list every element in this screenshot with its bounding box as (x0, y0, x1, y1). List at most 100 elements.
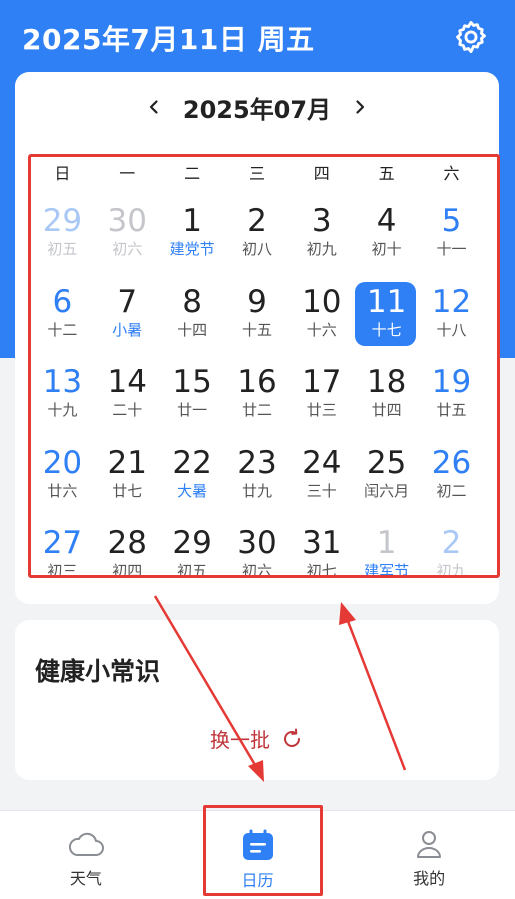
day-cell[interactable]: 24 三十 (289, 422, 354, 503)
day-number: 19 (431, 364, 472, 401)
lunar-date: 十八 (436, 320, 467, 339)
lunar-date: 十一 (436, 240, 467, 258)
refresh-button[interactable]: 换一批 (15, 724, 499, 753)
lunar-date: 初九 (306, 240, 337, 258)
day-cell[interactable]: 19 廿五 (419, 341, 484, 422)
chevron-right-icon (356, 100, 365, 114)
day-cell[interactable]: 30 初六 (225, 502, 290, 583)
day-cell[interactable]: 2 初九 (419, 502, 484, 583)
day-number: 25 (366, 444, 407, 481)
day-cell[interactable]: 3 初九 (289, 180, 354, 261)
day-number: 23 (237, 444, 277, 481)
day-cell[interactable]: 13 十九 (30, 341, 95, 422)
month-navigation: 2025年07月 (15, 90, 499, 124)
day-cell[interactable]: 1 建党节 (160, 180, 225, 261)
lunar-date: 廿六 (47, 481, 78, 500)
user-icon (417, 831, 442, 858)
day-cell[interactable]: 27 初三 (30, 502, 95, 583)
day-cell[interactable]: 30 初六 (95, 180, 160, 261)
refresh-icon (284, 728, 300, 747)
day-cell[interactable]: 29 初五 (30, 180, 95, 261)
tab-calendar[interactable]: 日历 (172, 811, 344, 899)
day-number: 9 (247, 283, 267, 320)
health-tips-title: 健康小常识 (35, 657, 161, 686)
lunar-date: 廿九 (241, 481, 272, 500)
calendar-card: 2025年07月 日一二三四五六 29 初五 30 初六 1 建党节 2 初八 3 初九 4 初十 5 十… (15, 72, 499, 604)
day-cell[interactable]: 25 闰六月 (354, 422, 419, 503)
day-cell[interactable]: 23 廿九 (225, 422, 290, 503)
lunar-date: 十五 (241, 320, 272, 339)
day-cell[interactable]: 14 二十 (95, 341, 160, 422)
day-number: 31 (302, 525, 342, 562)
lunar-date: 廿五 (436, 401, 467, 420)
day-cell[interactable]: 17 廿三 (289, 341, 354, 422)
day-cell[interactable]: 21 廿七 (95, 422, 160, 503)
next-month-button[interactable] (345, 92, 375, 122)
lunar-date: 十七 (371, 320, 402, 339)
day-number: 14 (107, 364, 147, 401)
lunar-date: 二十 (112, 401, 143, 420)
day-number: 5 (441, 203, 462, 239)
lunar-date: 初五 (47, 240, 78, 258)
day-cell[interactable]: 15 廿一 (160, 341, 225, 422)
tab-weather-label: 天气 (69, 869, 102, 888)
lunar-date: 廿二 (241, 401, 272, 420)
lunar-date: 廿七 (112, 481, 143, 500)
tab-profile[interactable]: 我的 (343, 811, 515, 899)
day-cell[interactable]: 8 十四 (160, 261, 225, 342)
prev-month-button[interactable] (139, 92, 169, 122)
lunar-date: 初三 (47, 562, 78, 581)
lunar-date: 三十 (306, 481, 337, 500)
day-cell[interactable]: 6 十二 (30, 261, 95, 342)
page-title: 2025年7月11日 周五 (22, 23, 315, 56)
day-number: 2 (441, 525, 462, 562)
lunar-date: 廿四 (371, 401, 402, 420)
day-cell[interactable]: 16 廿二 (225, 341, 290, 422)
day-number: 6 (52, 283, 73, 320)
day-number: 28 (107, 525, 147, 562)
day-number: 12 (431, 283, 472, 320)
day-number: 17 (302, 364, 342, 401)
day-cell[interactable]: 12 十八 (419, 261, 484, 342)
day-number: 27 (42, 525, 83, 562)
day-cell[interactable]: 10 十六 (289, 261, 354, 342)
day-cell[interactable]: 5 十一 (419, 180, 484, 261)
day-number: 13 (42, 364, 83, 401)
day-cell[interactable]: 28 初四 (95, 502, 160, 583)
day-number: 30 (107, 203, 147, 239)
lunar-date: 初十 (371, 240, 402, 258)
tab-calendar-label: 日历 (241, 871, 274, 890)
day-cell-selected[interactable]: 11 十七 (354, 261, 419, 346)
calendar-grid: 29 初五 30 初六 1 建党节 2 初八 3 初九 4 初十 5 十一 6 十二 7 小暑 8 十四 9 十五 10 十六… (30, 180, 484, 583)
day-cell[interactable]: 29 初五 (160, 502, 225, 583)
day-cell[interactable]: 22 大暑 (160, 422, 225, 503)
day-number: 1 (376, 525, 397, 562)
day-cell[interactable]: 20 廿六 (30, 422, 95, 503)
calendar-icon (242, 829, 273, 860)
cloud-icon (68, 832, 104, 856)
lunar-date: 初六 (112, 240, 143, 258)
day-number: 8 (182, 283, 202, 320)
day-cell[interactable]: 7 小暑 (95, 261, 160, 342)
day-number: 1 (182, 203, 202, 239)
day-cell[interactable]: 26 初二 (419, 422, 484, 503)
day-number: 7 (117, 283, 138, 320)
day-cell[interactable]: 1 建军节 (354, 502, 419, 583)
bottom-tab-bar: 天气 日历 我的 (0, 810, 515, 899)
day-cell[interactable]: 4 初十 (354, 180, 419, 261)
refresh-label: 换一批 (210, 728, 270, 752)
lunar-date: 廿一 (177, 401, 208, 420)
day-cell[interactable]: 31 初七 (289, 502, 354, 583)
tab-weather[interactable]: 天气 (0, 811, 172, 899)
lunar-date: 建党节 (169, 240, 215, 258)
day-number: 24 (302, 444, 342, 481)
health-tips-card: 健康小常识 换一批 (15, 620, 499, 780)
day-cell[interactable]: 2 初八 (225, 180, 290, 261)
settings-button[interactable] (452, 18, 490, 56)
day-cell[interactable]: 18 廿四 (354, 341, 419, 422)
day-cell[interactable]: 9 十五 (225, 261, 290, 342)
day-number: 16 (237, 364, 277, 401)
day-number: 2 (247, 203, 267, 239)
month-title: 2025年07月 (182, 95, 332, 124)
lunar-date: 廿三 (306, 401, 337, 420)
